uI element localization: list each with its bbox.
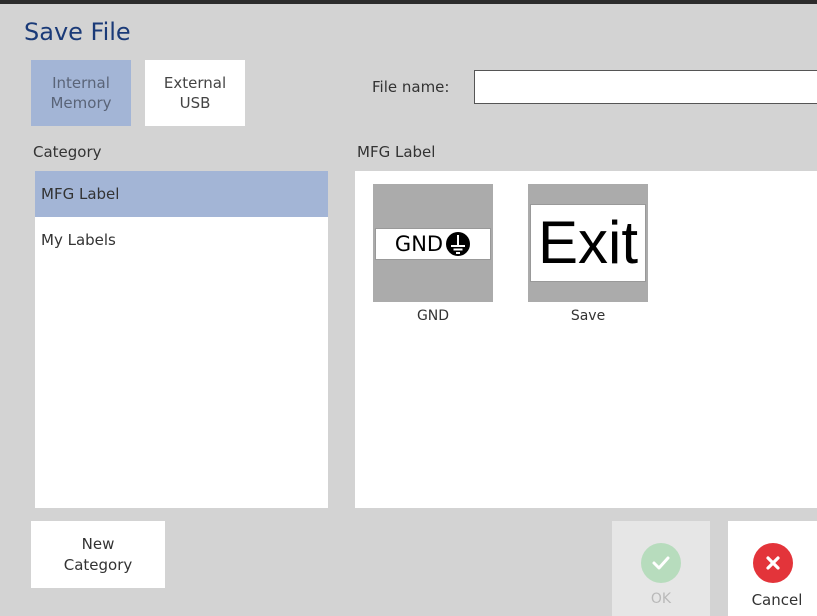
close-icon bbox=[753, 543, 793, 583]
label-preview: GND bbox=[375, 228, 491, 260]
checkmark-icon bbox=[641, 543, 681, 583]
preview-text: GND bbox=[394, 232, 444, 256]
cancel-button[interactable]: Cancel bbox=[728, 521, 817, 616]
new-category-label: New Category bbox=[63, 534, 133, 574]
internal-memory-label: Internal Memory bbox=[50, 74, 112, 112]
external-usb-label: External USB bbox=[163, 74, 227, 112]
label-preview: Exit bbox=[530, 204, 646, 282]
file-thumbnail: GND bbox=[373, 184, 493, 302]
file-item-gnd[interactable]: GND GND bbox=[373, 184, 493, 324]
top-border bbox=[0, 0, 817, 4]
category-item-mfg-label[interactable]: MFG Label bbox=[35, 171, 328, 217]
file-item-save[interactable]: Exit Save bbox=[528, 184, 648, 324]
file-caption: GND bbox=[416, 308, 450, 324]
category-item-my-labels[interactable]: My Labels bbox=[35, 217, 328, 263]
external-usb-button[interactable]: External USB bbox=[145, 60, 245, 126]
category-list: MFG Label My Labels bbox=[35, 171, 328, 508]
files-panel: GND GND Exit Save bbox=[355, 171, 817, 508]
file-thumbnail: Exit bbox=[528, 184, 648, 302]
preview-text: Exit bbox=[537, 209, 639, 276]
file-name-input[interactable] bbox=[474, 70, 817, 104]
ground-symbol-icon bbox=[446, 232, 471, 256]
file-name-label: File name: bbox=[372, 78, 450, 96]
category-heading: Category bbox=[33, 143, 102, 161]
cancel-label: Cancel bbox=[751, 591, 803, 609]
ok-label: OK bbox=[650, 591, 672, 607]
ok-button[interactable]: OK bbox=[612, 521, 710, 616]
new-category-button[interactable]: New Category bbox=[31, 521, 165, 588]
file-caption: Save bbox=[570, 308, 606, 324]
files-heading: MFG Label bbox=[357, 143, 436, 161]
internal-memory-button[interactable]: Internal Memory bbox=[31, 60, 131, 126]
dialog-title: Save File bbox=[24, 18, 131, 46]
